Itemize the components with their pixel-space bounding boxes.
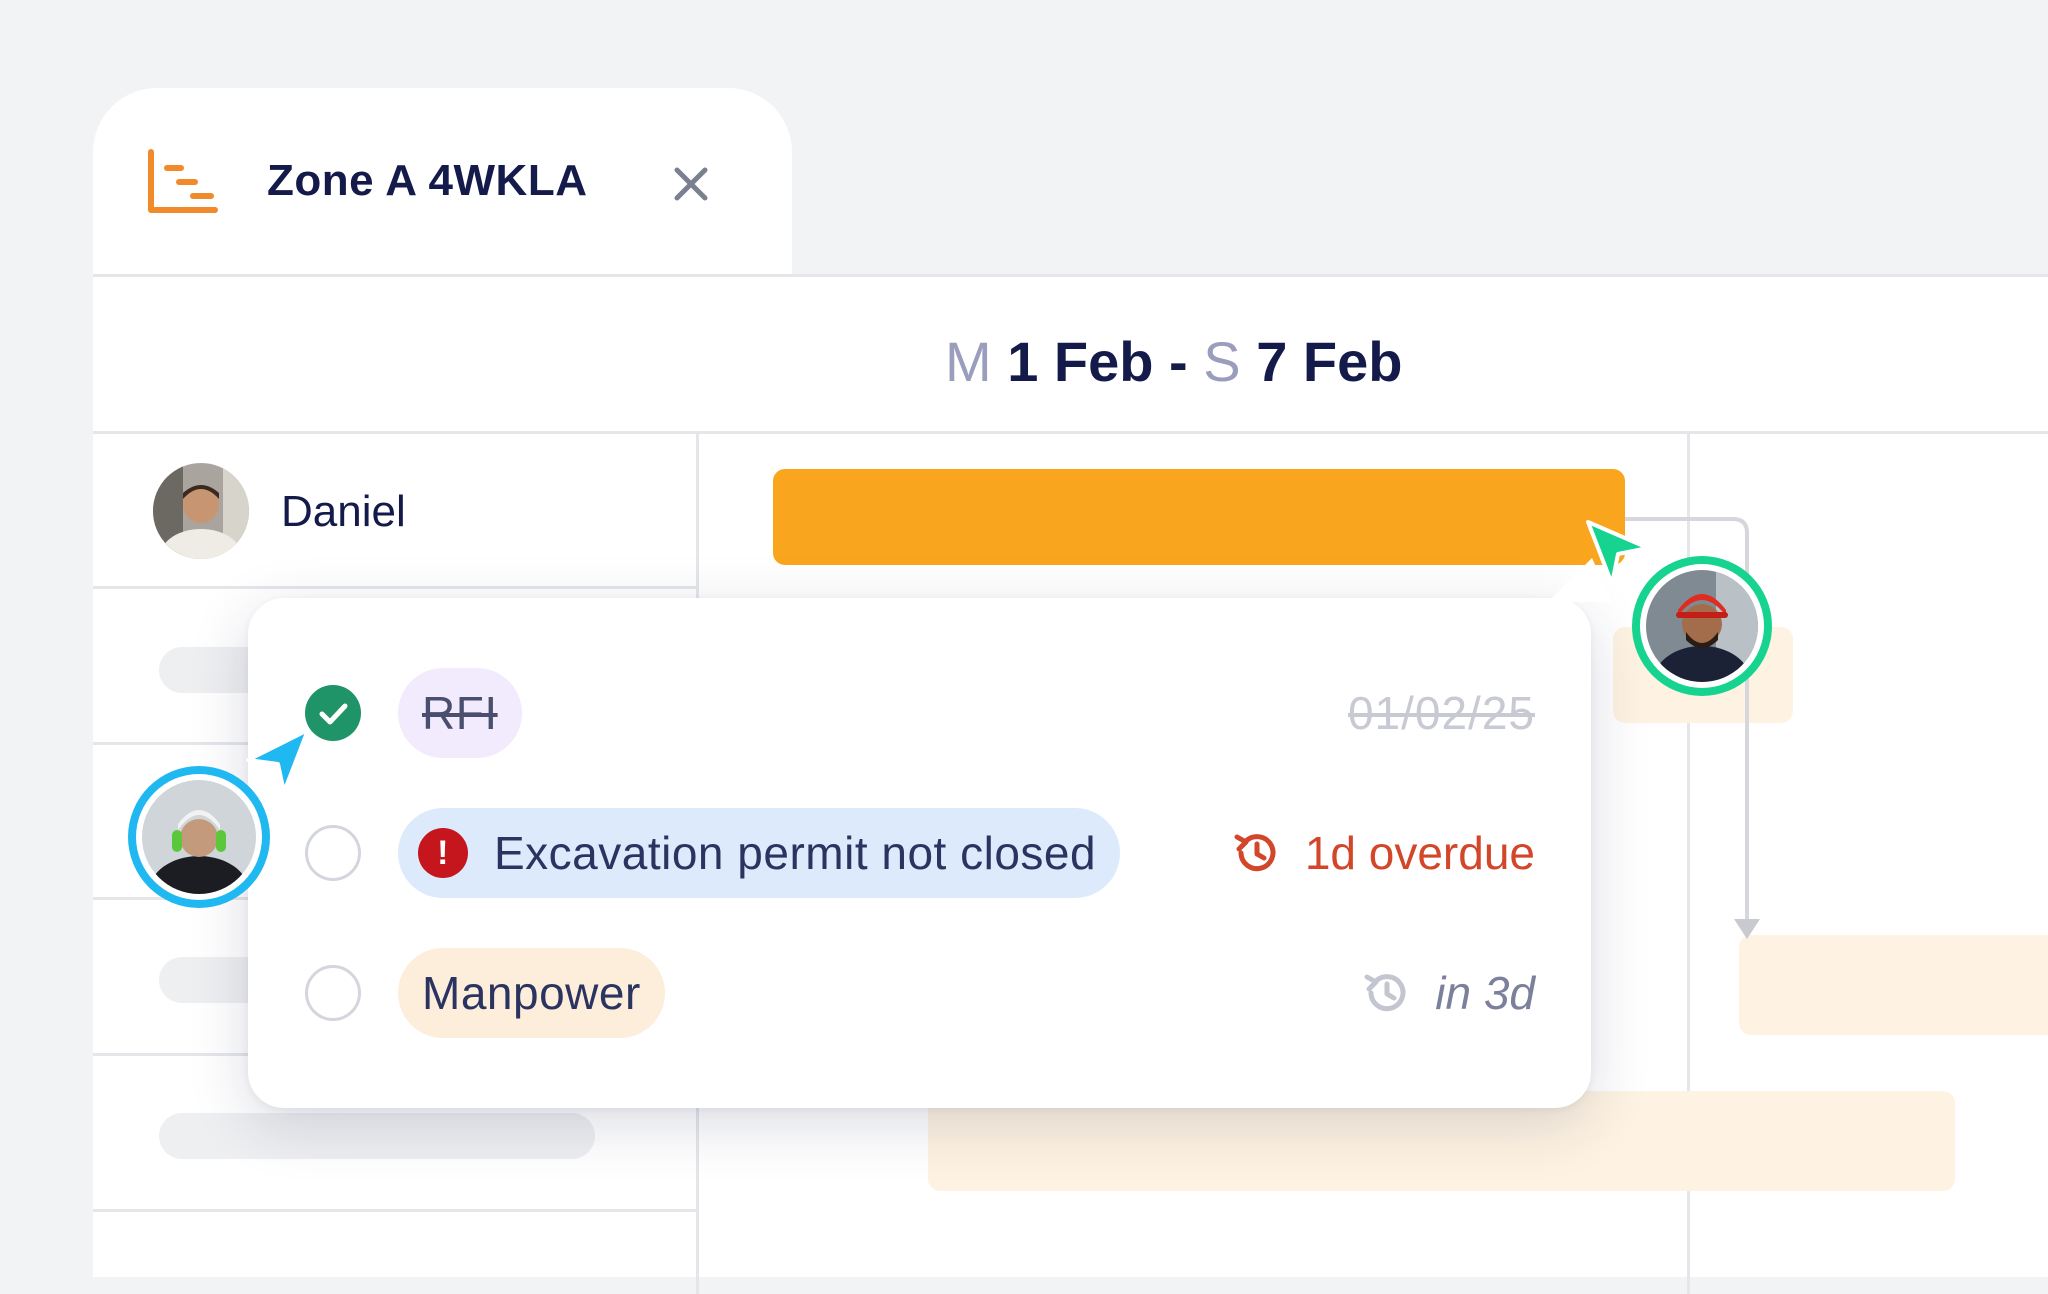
task-chip[interactable]: RFI xyxy=(398,668,522,758)
start-date: 1 Feb xyxy=(1007,330,1154,393)
date-range: M 1 Feb - S 7 Feb xyxy=(945,329,1402,394)
tab-title: Zone A 4WKLA xyxy=(267,156,588,205)
row-divider xyxy=(93,586,696,589)
alert-icon: ! xyxy=(418,828,468,878)
task-bar[interactable] xyxy=(1739,935,2048,1035)
date-separator: - xyxy=(1169,330,1188,393)
row-divider xyxy=(93,1209,696,1212)
close-icon[interactable] xyxy=(671,164,711,204)
placeholder-bar xyxy=(159,1113,595,1159)
checkbox-checked[interactable] xyxy=(305,685,361,741)
avatar[interactable] xyxy=(128,766,270,928)
task-label: Manpower xyxy=(422,967,641,1019)
row-name: Daniel xyxy=(281,487,406,536)
task-details-popup: RFI 01/02/25 ! Excavation permit not clo… xyxy=(248,558,1612,1108)
overdue-label: 1d overdue xyxy=(1304,827,1535,879)
task-label: Excavation permit not closed xyxy=(494,827,1097,879)
tab-zone-a[interactable]: Zone A 4WKLA xyxy=(93,88,792,278)
check-icon xyxy=(319,703,348,725)
task-meta: in 3d xyxy=(1361,948,1535,1038)
history-icon xyxy=(1234,834,1276,872)
checklist-item: Manpower in 3d xyxy=(248,948,1591,1048)
task-meta: 01/02/25 xyxy=(1348,668,1535,758)
task-chip[interactable]: ! Excavation permit not closed xyxy=(398,808,1121,898)
task-bar-active[interactable] xyxy=(773,469,1625,565)
start-day: M xyxy=(945,330,992,393)
checklist-item: RFI 01/02/25 xyxy=(248,668,1591,768)
history-icon xyxy=(1364,974,1406,1012)
task-label: RFI xyxy=(422,687,498,739)
end-date: 7 Feb xyxy=(1256,330,1403,393)
checkbox[interactable] xyxy=(305,825,361,881)
cursor-pointer-icon xyxy=(246,728,310,794)
cursor-pointer-icon xyxy=(1586,520,1650,586)
date-header: M 1 Feb - S 7 Feb xyxy=(93,277,2048,434)
checkbox[interactable] xyxy=(305,965,361,1021)
end-day: S xyxy=(1203,330,1241,393)
task-meta: 1d overdue xyxy=(1231,808,1535,898)
gantt-icon xyxy=(148,149,218,213)
avatar[interactable] xyxy=(1632,556,1772,714)
due-label: in 3d xyxy=(1435,967,1535,1019)
checklist-item: ! Excavation permit not closed 1d overdu… xyxy=(248,808,1591,908)
avatar[interactable] xyxy=(153,463,249,559)
task-chip[interactable]: Manpower xyxy=(398,948,665,1038)
completed-date: 01/02/25 xyxy=(1347,687,1535,739)
